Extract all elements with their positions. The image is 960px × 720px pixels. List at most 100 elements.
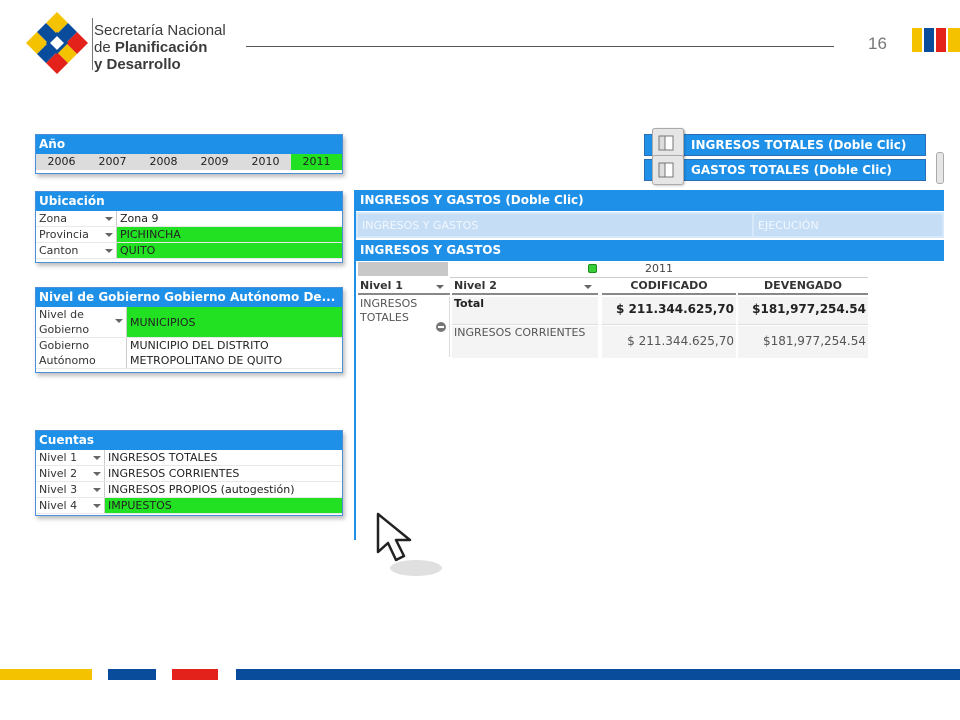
main-tabs: INGRESOS Y GASTOS EJECUCIÓN	[356, 212, 944, 238]
nivel2-value[interactable]: INGRESOS CORRIENTES	[104, 466, 342, 481]
gad-row[interactable]: Gobierno Autónomo MUNICIPIO DEL DISTRITO…	[36, 338, 342, 369]
gad-value-b: METROPOLITANO DE QUITO	[130, 354, 283, 367]
nivel-gobierno-value[interactable]: MUNICIPIOS	[126, 307, 342, 337]
header-rule	[246, 46, 834, 47]
ingresos-totales-button-label: INGRESOS TOTALES (Doble Clic)	[691, 138, 907, 152]
nivel3-value[interactable]: INGRESOS PROPIOS (autogestión)	[104, 482, 342, 497]
year-2011-selected[interactable]: 2011	[291, 154, 342, 170]
canton-field-label: Canton	[36, 243, 116, 258]
window-icon	[658, 135, 674, 151]
mouse-cursor-icon	[376, 512, 442, 576]
gastos-button-icon[interactable]	[652, 155, 684, 185]
year-2009[interactable]: 2009	[189, 154, 240, 170]
cuentas-title: Cuentas	[36, 431, 342, 450]
gastos-button-edge	[936, 152, 944, 184]
nivel-gobierno-row[interactable]: Nivel de Gobierno MUNICIPIOS	[36, 307, 342, 338]
year-header: 2011	[645, 262, 673, 275]
canton-value[interactable]: QUITO	[116, 243, 342, 258]
nivel4-label: Nivel 4	[39, 499, 78, 512]
dropdown-arrow-icon[interactable]	[93, 488, 101, 492]
nivel3-field-label: Nivel 3	[36, 482, 104, 497]
ubicacion-listbox: Ubicación Zona Zona 9 Provincia PICHINCH…	[35, 191, 343, 263]
nivel4-field-label: Nivel 4	[36, 498, 104, 513]
cuentas-row-nivel4[interactable]: Nivel 4 IMPUESTOS	[36, 498, 342, 514]
ingresos-button-icon-front[interactable]	[652, 128, 684, 158]
nivel-gobierno-label-a: Nivel de	[39, 308, 84, 321]
provincia-label: Provincia	[39, 228, 89, 241]
year-list: 2006 2007 2008 2009 2010 2011	[36, 154, 342, 170]
org-line-2: de Planificación	[94, 39, 226, 56]
gad-label-b: Autónomo	[39, 354, 96, 367]
provincia-value[interactable]: PICHINCHA	[116, 227, 342, 242]
table-subtitle: INGRESOS Y GASTOS	[356, 240, 944, 261]
tab-ejecucion[interactable]: EJECUCIÓN	[754, 214, 942, 236]
ubicacion-row-provincia[interactable]: Provincia PICHINCHA	[36, 227, 342, 243]
window-icon	[658, 162, 674, 178]
row-total-codificado: $ 211.344.625,70	[602, 297, 736, 325]
collapse-icon[interactable]	[436, 322, 446, 332]
pivot-table: 2011 Nivel 1 Nivel 2 CODIFICADO DEVENGAD…	[358, 262, 868, 362]
row-total-devengado: $181,977,254.54	[738, 297, 868, 325]
dropdown-arrow-icon[interactable]	[115, 319, 123, 323]
gastos-totales-button[interactable]: GASTOS TOTALES (Doble Clic)	[644, 159, 926, 181]
dropdown-arrow-icon[interactable]	[105, 233, 113, 237]
cuentas-row-nivel1[interactable]: Nivel 1 INGRESOS TOTALES	[36, 450, 342, 466]
year-2006[interactable]: 2006	[36, 154, 87, 170]
flag-white	[948, 28, 960, 52]
collapse-icon-bar	[438, 326, 444, 328]
nivel1-value[interactable]: INGRESOS TOTALES	[104, 450, 342, 465]
cuentas-row-nivel2[interactable]: Nivel 2 INGRESOS CORRIENTES	[36, 466, 342, 482]
dropdown-arrow-icon[interactable]	[584, 285, 592, 289]
ubicacion-row-canton[interactable]: Canton QUITO	[36, 243, 342, 259]
dropdown-arrow-icon[interactable]	[93, 504, 101, 508]
dropdown-arrow-icon[interactable]	[436, 285, 444, 289]
dropdown-arrow-icon[interactable]	[93, 472, 101, 476]
nivel-gobierno-label-b: Gobierno	[39, 323, 90, 336]
main-panel-title: INGRESOS Y GASTOS (Doble Clic)	[356, 190, 944, 211]
flag-blue	[924, 28, 934, 52]
org-line-2-prefix: de	[94, 39, 115, 56]
col-nivel2-header[interactable]: Nivel 2	[452, 279, 598, 295]
gad-value-a: MUNICIPIO DEL DISTRITO	[130, 339, 269, 352]
pivot-corner-grey	[358, 262, 448, 276]
year-2008[interactable]: 2008	[138, 154, 189, 170]
col-nivel1-header[interactable]: Nivel 1	[358, 279, 450, 295]
year-2007[interactable]: 2007	[87, 154, 138, 170]
ubicacion-title: Ubicación	[36, 192, 342, 211]
nivel4-value[interactable]: IMPUESTOS	[104, 498, 342, 513]
col-codificado-header: CODIFICADO	[602, 279, 736, 295]
dropdown-arrow-icon[interactable]	[93, 456, 101, 460]
zona-label: Zona	[39, 212, 67, 225]
dropdown-arrow-icon[interactable]	[105, 217, 113, 221]
senplades-logo	[26, 12, 88, 74]
cuentas-listbox: Cuentas Nivel 1 INGRESOS TOTALES Nivel 2…	[35, 430, 343, 516]
gad-value[interactable]: MUNICIPIO DEL DISTRITO METROPOLITANO DE …	[126, 338, 342, 368]
col-nivel1-label: Nivel 1	[360, 279, 403, 292]
nivel1-label: Nivel 1	[39, 451, 78, 464]
col-devengado-header: DEVENGADO	[738, 279, 868, 295]
status-green-icon	[588, 264, 597, 273]
nivel1-field-label: Nivel 1	[36, 450, 104, 465]
org-line-1: Secretaría Nacional	[94, 22, 226, 39]
dropdown-arrow-icon[interactable]	[105, 249, 113, 253]
col-nivel2-label: Nivel 2	[454, 279, 497, 292]
footer-bar-blue-long	[236, 669, 960, 680]
nivel1-value-a: INGRESOS	[360, 297, 418, 310]
anio-title: Año	[36, 135, 342, 154]
provincia-field-label: Provincia	[36, 227, 116, 242]
year-2010[interactable]: 2010	[240, 154, 291, 170]
ingresos-totales-button[interactable]: INGRESOS TOTALES (Doble Clic)	[644, 134, 926, 156]
ubicacion-row-zona[interactable]: Zona Zona 9	[36, 211, 342, 227]
nivel2-field-label: Nivel 2	[36, 466, 104, 481]
row2-devengado: $181,977,254.54	[738, 326, 868, 358]
page-number: 16	[868, 34, 887, 53]
nivel-gobierno-label: Nivel de Gobierno	[36, 307, 126, 337]
year-header-cell: 2011	[450, 262, 868, 278]
row-total-label: Total	[452, 297, 598, 325]
zona-value[interactable]: Zona 9	[116, 211, 342, 226]
footer-bar-blue-short	[108, 669, 156, 680]
org-line-2-bold: Planificación	[114, 39, 208, 56]
gastos-totales-button-label: GASTOS TOTALES (Doble Clic)	[691, 163, 892, 177]
cuentas-row-nivel3[interactable]: Nivel 3 INGRESOS PROPIOS (autogestión)	[36, 482, 342, 498]
tab-ingresos-gastos[interactable]: INGRESOS Y GASTOS	[358, 214, 752, 236]
